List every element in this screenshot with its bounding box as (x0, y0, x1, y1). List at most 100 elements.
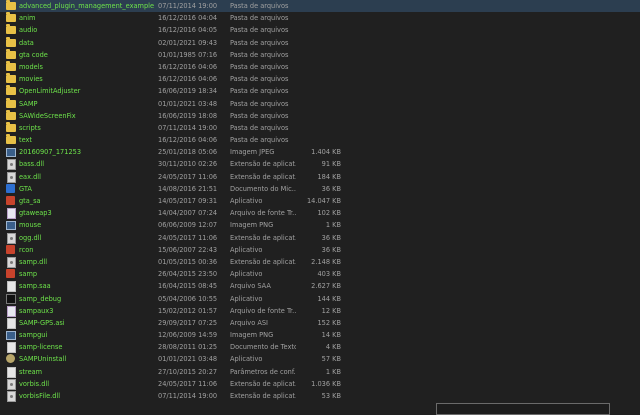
file-size: 57 KB (321, 355, 341, 364)
file-row[interactable]: SAMP-GPS.asi 29/09/2017 07:25 Arquivo ASI 1… (0, 317, 640, 329)
file-type: Aplicativo (230, 270, 263, 279)
file-size: 14 KB (321, 331, 341, 340)
file-row[interactable]: ogg.dll 24/05/2017 11:06 Extensão de aplic… (0, 232, 640, 244)
file-type: Extensão de aplicat... (230, 172, 296, 181)
file-row[interactable]: data 02/01/2021 09:43 Pasta de arquivos (0, 36, 640, 49)
file-date: 05/04/2006 10:55 (158, 294, 218, 303)
file-size: 36 KB (321, 184, 341, 193)
file-name: sampaux3 (19, 306, 54, 315)
file-type: Aplicativo (230, 245, 263, 254)
file-date: 14/08/2016 21:51 (158, 184, 218, 193)
file-type: Pasta de arquivos (230, 2, 289, 10)
file-size: 1.404 KB (311, 148, 341, 157)
file-row[interactable]: advanced_plugin_management_example 07/11/… (0, 0, 640, 13)
file-row[interactable]: samp-license 28/08/2011 01:25 Documento de… (0, 341, 640, 354)
file-row[interactable]: vorbisFile.dll 07/11/2014 19:00 Extensão d… (0, 390, 640, 402)
file-row[interactable]: bass.dll 30/11/2010 02:26 Extensão de apli… (0, 158, 640, 171)
file-row[interactable]: gtaweap3 14/04/2007 07:24 Arquivo de fonte… (0, 207, 640, 220)
console-app-icon (6, 293, 16, 304)
file-type: Extensão de aplicat... (230, 379, 296, 388)
file-type: Imagem PNG (230, 221, 274, 230)
gear-file-icon (7, 391, 16, 402)
file-type: Pasta de arquivos (230, 38, 289, 47)
file-name: samp.saa (19, 282, 51, 291)
file-row[interactable]: SAWideScreenFix 16/06/2019 18:08 Pasta de … (0, 109, 640, 122)
file-row[interactable]: sampaux3 15/02/2012 01:57 Arquivo de fonte… (0, 305, 640, 317)
file-name: GTA (19, 184, 32, 193)
file-row[interactable]: text 16/12/2016 04:06 Pasta de arquivos (0, 134, 640, 146)
file-row[interactable]: mouse 06/06/2009 12:07 Imagem PNG 1 KB (0, 219, 640, 231)
file-type: Parâmetros de conf... (230, 367, 296, 376)
file-row[interactable]: rcon 15/06/2007 22:43 Aplicativo 36 KB (0, 244, 640, 256)
file-name: SAMP-GPS.asi (19, 318, 65, 327)
file-type: Extensão de aplicat... (230, 257, 296, 266)
file-size: 102 KB (317, 209, 341, 218)
file-date: 24/05/2017 11:06 (158, 379, 218, 388)
file-name: sampgui (19, 331, 48, 340)
file-type: Pasta de arquivos (230, 87, 289, 96)
font-file-icon (7, 305, 16, 317)
text-file-icon (7, 342, 16, 354)
folder-icon (6, 97, 16, 108)
file-date: 16/12/2016 04:04 (158, 14, 218, 23)
file-name: SAMPUninstall (19, 355, 67, 364)
file-type: Documento do Mic... (230, 184, 296, 193)
file-type: Arquivo ASI (230, 318, 268, 327)
file-size: 12 KB (321, 306, 341, 315)
file-row[interactable]: stream 27/10/2015 20:27 Parâmetros de conf… (0, 366, 640, 378)
file-type: Pasta de arquivos (230, 99, 289, 108)
file-row[interactable]: samp.saa 16/04/2015 08:45 Arquivo SAA 2.627… (0, 280, 640, 293)
file-date: 15/06/2007 22:43 (158, 245, 218, 254)
file-name: ogg.dll (19, 233, 42, 242)
file-type: Pasta de arquivos (230, 123, 289, 132)
file-row[interactable]: OpenLimitAdjuster 16/06/2019 18:34 Pasta d… (0, 85, 640, 97)
file-type: Aplicativo (230, 197, 263, 205)
file-row[interactable]: eax.dll 24/05/2017 11:06 Extensão de aplic… (0, 171, 640, 183)
file-row[interactable]: SAMP 01/01/2021 03:48 Pasta de arquivos (0, 97, 640, 110)
file-row[interactable]: samp_debug 05/04/2006 10:55 Aplicativo 144 … (0, 293, 640, 305)
file-row[interactable]: gta_sa 14/05/2017 09:31 Aplicativo 14.047 K… (0, 195, 640, 207)
file-name: eax.dll (19, 172, 41, 181)
file-date: 30/11/2010 02:26 (158, 160, 218, 169)
file-row[interactable]: movies 16/12/2016 04:06 Pasta de arquivos (0, 73, 640, 85)
file-type: Pasta de arquivos (230, 50, 289, 59)
file-row[interactable]: SAMPUninstall 01/01/2021 03:48 Aplicativo 5… (0, 353, 640, 365)
document-icon (7, 281, 16, 293)
file-row[interactable]: vorbis.dll 24/05/2017 11:06 Extensão de ap… (0, 378, 640, 390)
file-type: Pasta de arquivos (230, 14, 289, 23)
file-row[interactable]: sampgui 12/06/2009 14:59 Imagem PNG 14 KB (0, 329, 640, 341)
file-name: mouse (19, 221, 42, 230)
file-name: bass.dll (19, 160, 45, 169)
file-size: 403 KB (317, 270, 341, 279)
file-row[interactable]: anim 16/12/2016 04:04 Pasta de arquivos (0, 12, 640, 24)
file-date: 07/11/2014 19:00 (158, 392, 218, 400)
folder-icon (6, 109, 16, 120)
file-name: text (19, 136, 33, 145)
file-date: 16/12/2016 04:06 (158, 62, 218, 71)
file-type: Aplicativo (230, 355, 263, 364)
file-row[interactable]: gta code 01/01/1985 07:16 Pasta de arquivo… (0, 48, 640, 61)
file-date: 16/12/2016 04:06 (158, 75, 218, 84)
file-date: 06/06/2009 12:07 (158, 221, 218, 230)
file-row[interactable]: scripts 07/11/2014 19:00 Pasta de arquivos (0, 121, 640, 134)
image-icon (6, 221, 16, 231)
gear-file-icon (7, 171, 16, 183)
file-type: Extensão de aplicat... (230, 160, 296, 169)
file-date: 25/01/2018 05:06 (158, 148, 218, 157)
file-row[interactable]: samp.dll 01/05/2015 00:36 Extensão de apli… (0, 256, 640, 268)
file-date: 14/05/2017 09:31 (158, 197, 218, 205)
file-row[interactable]: samp 26/04/2015 23:50 Aplicativo 403 KB (0, 268, 640, 280)
file-date: 27/10/2015 20:27 (158, 367, 218, 376)
file-type: Extensão de aplicat... (230, 392, 296, 400)
image-icon (6, 148, 16, 158)
file-row[interactable]: audio 16/12/2016 04:05 Pasta de arquivos (0, 24, 640, 36)
file-type: Arquivo de fonte Tr... (230, 209, 296, 218)
file-name: samp-license (19, 343, 63, 352)
file-row[interactable]: models 16/12/2016 04:06 Pasta de arquivos (0, 60, 640, 73)
file-date: 28/08/2011 01:25 (158, 343, 218, 352)
file-size: 36 KB (321, 233, 341, 242)
file-date: 01/05/2015 00:36 (158, 257, 218, 266)
file-name: gta code (19, 50, 48, 59)
file-row[interactable]: 20160907_171253 25/01/2018 05:06 Imagem JP… (0, 146, 640, 158)
file-row[interactable]: GTA 14/08/2016 21:51 Documento do Mic... 36… (0, 183, 640, 195)
